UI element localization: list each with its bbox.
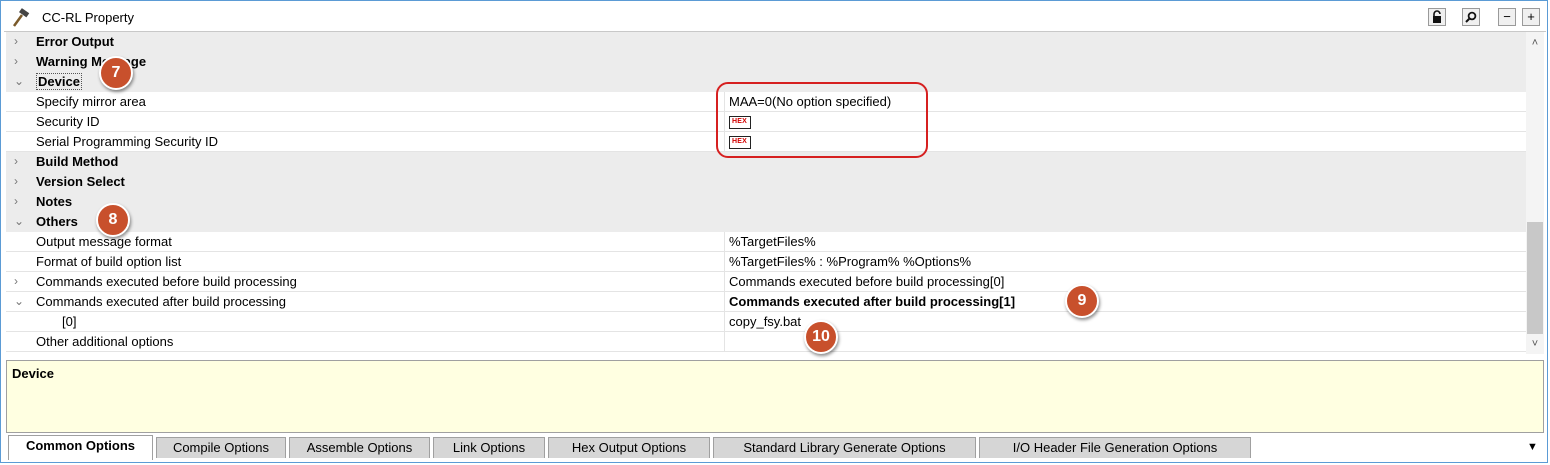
window-title: CC-RL Property	[42, 10, 134, 25]
description-panel: Device	[6, 360, 1544, 433]
property-row-build-option-format[interactable]: Format of build option list %TargetFiles…	[6, 252, 1526, 272]
tab-bar: Common Options Compile Options Assemble …	[6, 435, 1544, 461]
title-bar: CC-RL Property − +	[4, 5, 1546, 32]
lock-button[interactable]	[1428, 8, 1446, 26]
category-name: Others	[36, 214, 78, 229]
tab-link-options[interactable]: Link Options	[433, 437, 545, 458]
scrollbar-thumb[interactable]	[1527, 222, 1543, 334]
chevron-down-icon[interactable]: ⌄	[14, 295, 26, 307]
chevron-down-icon[interactable]: ⌄	[14, 75, 26, 87]
property-value[interactable]: Commands executed after build processing…	[729, 294, 1015, 309]
property-name: Serial Programming Security ID	[36, 134, 219, 149]
tab-compile-options[interactable]: Compile Options	[156, 437, 286, 458]
search-icon	[1465, 11, 1477, 23]
callout-badge-9: 9	[1065, 284, 1099, 318]
chevron-right-icon[interactable]: ›	[14, 195, 26, 207]
tab-common-options[interactable]: Common Options	[8, 435, 153, 460]
chevron-down-icon[interactable]: ⌄	[14, 215, 26, 227]
property-row-commands-before-build[interactable]: › Commands executed before build process…	[6, 272, 1526, 292]
category-row-notes[interactable]: › Notes	[6, 192, 1526, 212]
callout-badge-7: 7	[99, 56, 133, 90]
callout-badge-10: 10	[804, 320, 838, 354]
property-name: Commands executed before build processin…	[36, 274, 297, 289]
column-separator	[724, 332, 725, 351]
property-name: Format of build option list	[36, 254, 182, 269]
category-row-error-output[interactable]: › Error Output	[6, 32, 1526, 52]
property-value[interactable]: %TargetFiles% : %Program% %Options%	[729, 254, 971, 269]
dropdown-arrow-icon[interactable]: ▼	[1527, 441, 1538, 453]
property-name: [0]	[62, 314, 77, 329]
property-value[interactable]: copy_fsy.bat	[729, 314, 801, 329]
tab-io-header-file-generation-options[interactable]: I/O Header File Generation Options	[979, 437, 1251, 458]
property-row-commands-after-build[interactable]: ⌄ Commands executed after build processi…	[6, 292, 1526, 312]
category-name: Error Output	[36, 34, 114, 49]
lock-icon	[1433, 10, 1441, 23]
category-row-version-select[interactable]: › Version Select	[6, 172, 1526, 192]
property-row-output-message-format[interactable]: Output message format %TargetFiles%	[6, 232, 1526, 252]
property-value[interactable]: %TargetFiles%	[729, 234, 816, 249]
vertical-scrollbar[interactable]: ˄ ˅	[1526, 32, 1544, 354]
property-subrow-command-0[interactable]: [0] copy_fsy.bat	[6, 312, 1526, 332]
category-name: Build Method	[36, 154, 119, 169]
chevron-right-icon[interactable]: ›	[14, 55, 26, 67]
property-name: Other additional options	[36, 334, 174, 349]
chevron-right-icon[interactable]: ›	[14, 175, 26, 187]
category-row-others[interactable]: ⌄ Others	[6, 212, 1526, 232]
scroll-down-icon[interactable]: ˅	[1529, 338, 1541, 350]
column-separator	[724, 292, 725, 311]
category-row-warning-message[interactable]: › Warning Message	[6, 52, 1526, 72]
property-value[interactable]: Commands executed before build processin…	[729, 274, 1004, 289]
chevron-right-icon[interactable]: ›	[14, 35, 26, 47]
property-grid: › Error Output › Warning Message ⌄ Devic…	[6, 32, 1526, 354]
chevron-right-icon[interactable]: ›	[14, 155, 26, 167]
column-separator	[724, 252, 725, 271]
highlight-box	[716, 82, 928, 158]
category-name: Notes	[36, 194, 73, 209]
tab-standard-library-generate-options[interactable]: Standard Library Generate Options	[713, 437, 976, 458]
callout-badge-8: 8	[96, 203, 130, 237]
column-separator	[724, 312, 725, 331]
tab-assemble-options[interactable]: Assemble Options	[289, 437, 430, 458]
category-name: Version Select	[36, 174, 125, 189]
chevron-right-icon[interactable]: ›	[14, 275, 26, 287]
column-separator	[724, 272, 725, 291]
search-button[interactable]	[1462, 8, 1480, 26]
scroll-up-icon[interactable]: ˄	[1529, 37, 1541, 49]
hammer-icon	[12, 8, 30, 27]
property-name: Commands executed after build processing	[36, 294, 287, 309]
property-name: Specify mirror area	[36, 94, 146, 109]
category-name: Device	[36, 73, 82, 90]
collapse-button[interactable]: −	[1498, 8, 1516, 26]
property-name: Security ID	[36, 114, 100, 129]
property-name: Output message format	[36, 234, 172, 249]
description-title: Device	[12, 366, 54, 381]
property-row-other-additional-options[interactable]: Other additional options	[6, 332, 1526, 352]
expand-button[interactable]: +	[1522, 8, 1540, 26]
column-separator	[724, 232, 725, 251]
tab-hex-output-options[interactable]: Hex Output Options	[548, 437, 710, 458]
